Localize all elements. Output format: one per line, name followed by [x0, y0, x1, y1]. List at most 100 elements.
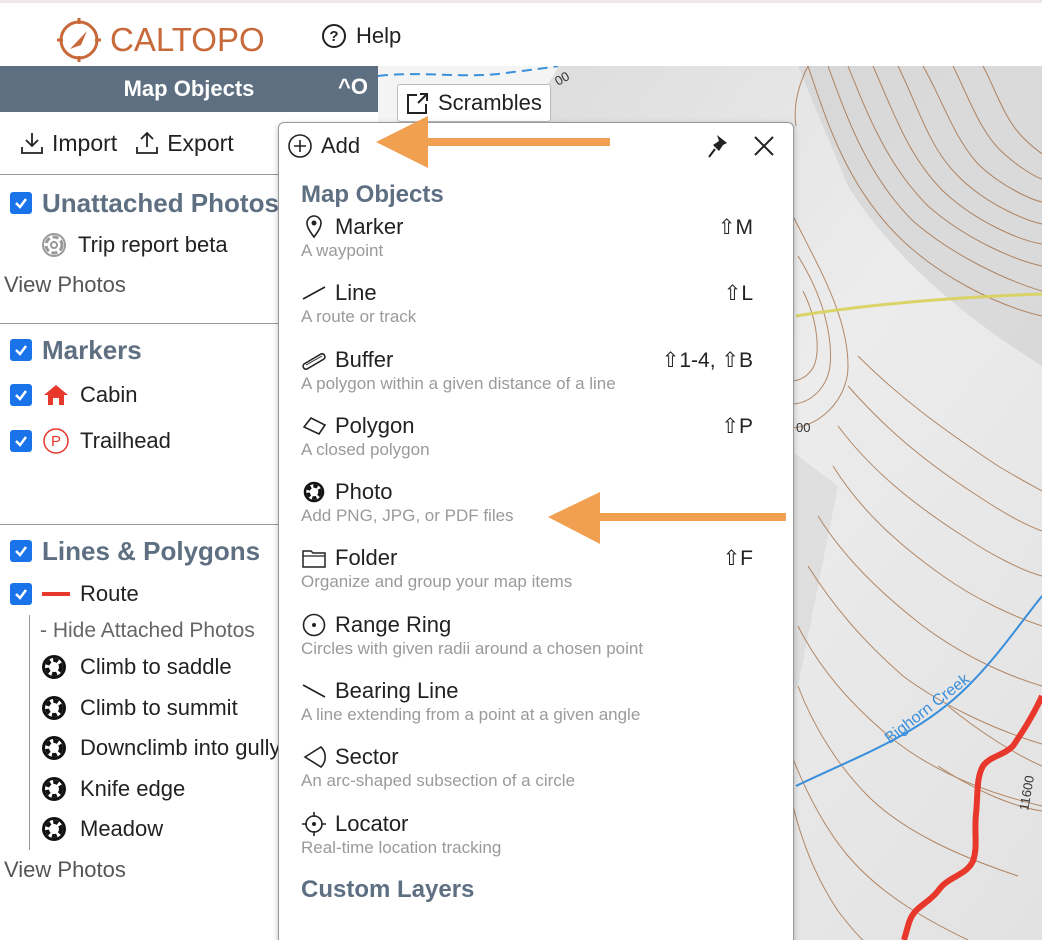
pin-icon[interactable]	[707, 133, 731, 167]
menu-item-label: Marker	[335, 214, 404, 239]
item-label: Route	[80, 581, 139, 606]
camera-aperture-icon	[40, 815, 68, 843]
attached-photos-group: - Hide Attached Photos Climb to saddle C…	[0, 615, 281, 850]
divider	[0, 174, 278, 175]
photo-item[interactable]: Meadow	[0, 809, 278, 850]
shortcut-label: ⇧P	[721, 414, 753, 438]
menu-item-desc: Real-time location tracking	[301, 837, 502, 857]
menu-item-folder[interactable]: Folder Organize and group your map items…	[279, 540, 793, 606]
parking-icon: P	[42, 427, 70, 455]
menu-item-marker[interactable]: Marker A waypoint ⇧M	[279, 209, 793, 275]
item-label: Knife edge	[80, 775, 186, 801]
locator-crosshair-icon	[301, 811, 327, 837]
export-label: Export	[167, 129, 234, 156]
bearing-line-icon	[301, 681, 327, 701]
photo-item[interactable]: Downclimb into gully	[0, 728, 281, 769]
menu-item-label: Sector	[335, 744, 399, 770]
help-button[interactable]: ? Help	[322, 23, 401, 49]
checkbox[interactable]	[10, 339, 32, 361]
shortcut-label: ⇧F	[722, 547, 753, 571]
import-label: Import	[52, 129, 118, 156]
house-icon	[42, 383, 70, 407]
item-label: Trailhead	[80, 428, 171, 453]
checkbox[interactable]	[10, 583, 32, 605]
camera-aperture-icon	[40, 694, 68, 722]
caltopo-logo[interactable]: CALTOPO	[56, 17, 265, 63]
photo-item[interactable]: Climb to summit	[0, 688, 278, 729]
red-line-icon	[42, 590, 70, 598]
menu-item-desc: A polygon within a given distance of a l…	[301, 373, 616, 393]
plus-circle-icon	[287, 133, 313, 159]
annotation-arrow-photo	[548, 492, 786, 544]
section-unattached-photos[interactable]: Unattached Photos	[0, 181, 279, 225]
menu-item-desc: A route or track	[301, 307, 417, 327]
help-icon: ?	[322, 24, 346, 48]
menu-item-label: Polygon	[335, 412, 415, 438]
camera-aperture-icon	[40, 231, 68, 259]
polygon-icon	[301, 415, 327, 437]
section-markers[interactable]: Markers	[0, 328, 278, 372]
item-label: Downclimb into gully	[80, 735, 281, 761]
menu-item-sector[interactable]: Sector An arc-shaped subsection of a cir…	[279, 739, 793, 805]
menu-item-desc: A closed polygon	[301, 439, 430, 459]
folder-icon	[301, 547, 327, 569]
menu-item-buffer[interactable]: Buffer A polygon within a given distance…	[279, 342, 793, 408]
checkbox[interactable]	[10, 430, 32, 452]
sector-icon	[301, 744, 327, 770]
annotation-arrow-add	[376, 116, 610, 168]
menu-item-desc: Organize and group your map items	[301, 572, 573, 592]
section-title: Markers	[42, 334, 142, 365]
menu-item-polygon[interactable]: Polygon A closed polygon ⇧P	[279, 408, 793, 474]
camera-aperture-icon	[301, 480, 327, 504]
hide-attached-photos-link[interactable]: - Hide Attached Photos	[0, 615, 278, 647]
item-label: Climb to saddle	[80, 654, 232, 680]
camera-aperture-icon	[40, 653, 68, 681]
sidebar-header: Map Objects ^O	[0, 66, 378, 112]
collapse-sidebar-button[interactable]: ^O	[338, 74, 368, 100]
checkbox[interactable]	[10, 540, 32, 562]
marker-item-cabin[interactable]: Cabin	[0, 372, 278, 418]
camera-aperture-icon	[40, 775, 68, 803]
camera-aperture-icon	[40, 734, 68, 762]
menu-item-label: Folder	[335, 545, 398, 571]
menu-item-locator[interactable]: Locator Real-time location tracking	[279, 806, 793, 872]
section-title: Unattached Photos	[42, 187, 279, 218]
export-icon	[136, 131, 159, 154]
contour-label: 00	[796, 420, 810, 435]
line-icon	[301, 283, 327, 303]
export-button[interactable]: Export	[135, 129, 234, 157]
section-title: Lines & Polygons	[42, 535, 261, 566]
divider	[0, 323, 278, 324]
menu-item-desc: Circles with given radii around a chosen…	[301, 638, 644, 658]
import-button[interactable]: Import	[20, 130, 117, 157]
import-export-row: Import Export	[0, 112, 278, 174]
line-item-route[interactable]: Route	[0, 573, 278, 615]
menu-item-label: Buffer	[335, 346, 394, 372]
marker-pin-icon	[301, 215, 327, 239]
menu-section-map-objects: Map Objects	[301, 181, 444, 208]
photo-item[interactable]: Knife edge	[0, 769, 278, 810]
buffer-icon	[301, 350, 327, 370]
menu-item-line[interactable]: Line A route or track ⇧L	[279, 275, 793, 341]
menu-item-bearing-line[interactable]: Bearing Line A line extending from a poi…	[279, 673, 793, 739]
item-label: Climb to summit	[80, 694, 238, 720]
checkbox[interactable]	[10, 384, 32, 406]
svg-text:P: P	[51, 433, 61, 450]
item-label: Trip report beta	[78, 232, 228, 257]
list-item[interactable]: Trip report beta	[0, 225, 278, 265]
app-header: CALTOPO ? Help	[0, 0, 1042, 66]
logo-text: CALTOPO	[110, 21, 265, 58]
photo-item[interactable]: Climb to saddle	[0, 647, 278, 688]
view-photos-link[interactable]: View Photos	[0, 265, 278, 305]
view-photos-link[interactable]: View Photos	[0, 850, 278, 890]
range-ring-icon	[301, 613, 327, 637]
shortcut-label: ⇧M	[717, 216, 753, 239]
menu-item-desc: A line extending from a point at a given…	[301, 705, 641, 725]
menu-item-label: Locator	[335, 810, 409, 836]
divider	[0, 524, 278, 525]
section-lines-polygons[interactable]: Lines & Polygons	[0, 529, 278, 573]
close-icon[interactable]	[753, 135, 775, 163]
marker-item-trailhead[interactable]: P Trailhead	[0, 418, 278, 464]
checkbox[interactable]	[10, 192, 32, 214]
menu-item-range-ring[interactable]: Range Ring Circles with given radii arou…	[279, 607, 793, 673]
